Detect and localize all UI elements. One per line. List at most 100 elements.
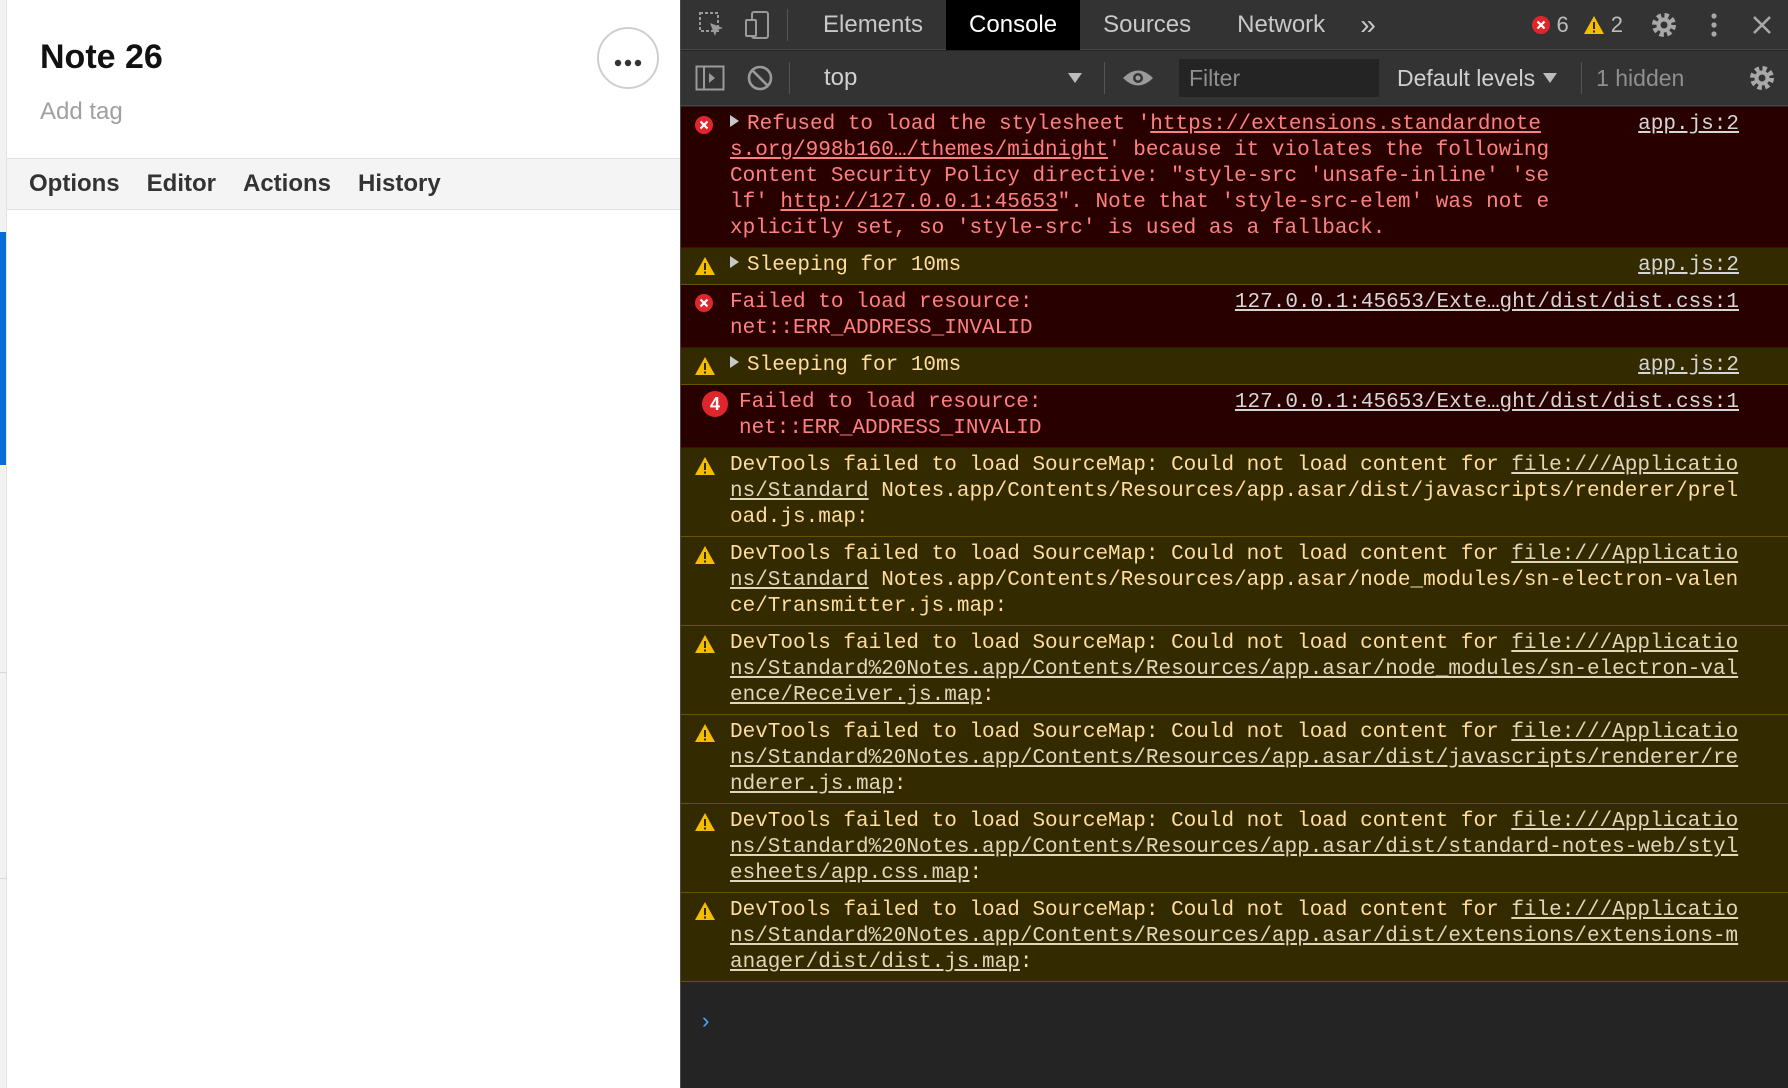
note-title[interactable]: Note 26 bbox=[40, 38, 163, 77]
dropdown-arrow-icon bbox=[1068, 73, 1082, 83]
warning-icon bbox=[694, 723, 716, 752]
console-warning-message[interactable]: DevTools failed to load SourceMap: Could… bbox=[681, 537, 1788, 626]
console-warning-message[interactable]: DevTools failed to load SourceMap: Could… bbox=[681, 715, 1788, 804]
more-horizontal-icon bbox=[614, 43, 642, 74]
menu-editor[interactable]: Editor bbox=[147, 170, 216, 198]
console-error-message[interactable]: Refused to load the stylesheet 'https://… bbox=[681, 107, 1788, 248]
device-toolbar-icon[interactable] bbox=[741, 8, 775, 42]
list-divider bbox=[0, 672, 7, 673]
expand-arrow-icon[interactable] bbox=[730, 356, 739, 368]
add-tag-input[interactable]: Add tag bbox=[40, 98, 123, 126]
error-icon bbox=[694, 293, 714, 322]
devtools-tab-bar: Elements Console Sources Network » 6 2 bbox=[681, 0, 1788, 50]
inspect-element-icon[interactable] bbox=[695, 8, 729, 42]
menu-options[interactable]: Options bbox=[29, 170, 120, 198]
console-prompt[interactable]: › bbox=[681, 1010, 1788, 1050]
repeat-count-badge: 4 bbox=[702, 391, 728, 417]
console-warning-message[interactable]: DevTools failed to load SourceMap: Could… bbox=[681, 448, 1788, 537]
message-text: DevTools failed to load SourceMap: Could… bbox=[730, 720, 1739, 798]
message-source-link[interactable]: app.js:2 bbox=[1638, 253, 1739, 279]
error-count: 6 bbox=[1556, 12, 1569, 37]
message-segment: Notes.app/Contents/Resources/app.asar/di… bbox=[730, 480, 1739, 529]
message-text: Sleeping for 10ms bbox=[730, 353, 1679, 379]
message-text: DevTools failed to load SourceMap: Could… bbox=[730, 453, 1739, 531]
message-segment: DevTools failed to load SourceMap: Could… bbox=[730, 632, 1512, 655]
warning-icon bbox=[694, 256, 716, 285]
message-link[interactable]: http://127.0.0.1:45653 bbox=[780, 191, 1057, 214]
console-error-message[interactable]: Failed to load resource: net::ERR_ADDRES… bbox=[681, 285, 1788, 348]
dropdown-arrow-icon bbox=[1543, 73, 1558, 83]
context-value: top bbox=[824, 64, 858, 91]
prompt-chevron-icon: › bbox=[699, 1010, 713, 1035]
message-segment: Failed to load resource: net::ERR_ADDRES… bbox=[739, 391, 1042, 440]
notes-list-edge bbox=[0, 0, 7, 1088]
message-segment: DevTools failed to load SourceMap: Could… bbox=[730, 899, 1512, 922]
console-warning-message[interactable]: DevTools failed to load SourceMap: Could… bbox=[681, 626, 1788, 715]
message-source-link[interactable]: app.js:2 bbox=[1638, 112, 1739, 138]
log-levels-dropdown[interactable]: Default levels bbox=[1397, 64, 1558, 92]
sidebar-toggle-icon[interactable] bbox=[693, 61, 727, 95]
close-icon[interactable] bbox=[1745, 8, 1779, 42]
message-segment: : bbox=[969, 862, 983, 885]
tab-network[interactable]: Network bbox=[1214, 0, 1348, 50]
more-tabs-button[interactable]: » bbox=[1348, 0, 1388, 50]
settings-gear-icon[interactable] bbox=[1647, 8, 1681, 42]
editor-menu-bar: Options Editor Actions History bbox=[7, 158, 680, 210]
console-error-message[interactable]: 4 Failed to load resource: net::ERR_ADDRE… bbox=[681, 385, 1788, 448]
console-warning-message[interactable]: DevTools failed to load SourceMap: Could… bbox=[681, 893, 1788, 982]
message-segment: DevTools failed to load SourceMap: Could… bbox=[730, 810, 1512, 833]
message-text: Sleeping for 10ms bbox=[730, 253, 1679, 279]
expand-arrow-icon[interactable] bbox=[730, 256, 739, 268]
console-toolbar: top Filter Default levels 1 hidden bbox=[681, 51, 1788, 106]
message-segment: Failed to load resource: net::ERR_ADDRES… bbox=[730, 291, 1033, 340]
menu-actions[interactable]: Actions bbox=[243, 170, 331, 198]
toolbar-divider bbox=[1581, 62, 1583, 94]
message-text: DevTools failed to load SourceMap: Could… bbox=[730, 542, 1739, 620]
message-text: DevTools failed to load SourceMap: Could… bbox=[730, 631, 1739, 709]
warning-icon bbox=[694, 812, 716, 841]
context-selector[interactable]: top bbox=[812, 58, 1092, 98]
message-segment: : bbox=[982, 684, 995, 707]
message-text: Failed to load resource: net::ERR_ADDRES… bbox=[730, 290, 1160, 342]
console-filter-input[interactable]: Filter bbox=[1179, 59, 1379, 97]
tab-sources[interactable]: Sources bbox=[1080, 0, 1214, 50]
tab-elements[interactable]: Elements bbox=[800, 0, 946, 50]
warning-count-icon bbox=[1583, 15, 1605, 35]
toolbar-divider bbox=[1104, 62, 1105, 94]
clear-console-icon[interactable] bbox=[743, 61, 777, 95]
console-warning-message[interactable]: Sleeping for 10ms app.js:2 bbox=[681, 248, 1788, 285]
warning-icon bbox=[694, 456, 716, 485]
expand-arrow-icon[interactable] bbox=[730, 115, 739, 127]
console-messages: Refused to load the stylesheet 'https://… bbox=[681, 107, 1788, 982]
warning-icon bbox=[694, 356, 716, 385]
selected-note-indicator bbox=[0, 232, 6, 465]
message-text: Failed to load resource: net::ERR_ADDRES… bbox=[739, 390, 1169, 442]
console-settings-gear-icon[interactable] bbox=[1745, 61, 1779, 95]
note-options-button[interactable] bbox=[597, 27, 659, 89]
devtools-panel: Elements Console Sources Network » 6 2 t… bbox=[680, 0, 1788, 1088]
error-icon bbox=[694, 115, 714, 144]
message-source-link[interactable]: app.js:2 bbox=[1638, 353, 1739, 379]
menu-history[interactable]: History bbox=[358, 170, 441, 198]
console-warning-message[interactable]: Sleeping for 10ms app.js:2 bbox=[681, 348, 1788, 385]
console-warning-message[interactable]: DevTools failed to load SourceMap: Could… bbox=[681, 804, 1788, 893]
message-segment: Notes.app/Contents/Resources/app.asar/no… bbox=[730, 569, 1739, 618]
warning-icon bbox=[694, 901, 716, 930]
warning-count: 2 bbox=[1610, 12, 1623, 37]
message-segment: Sleeping for 10ms bbox=[747, 254, 962, 277]
tab-console[interactable]: Console bbox=[946, 0, 1081, 50]
message-segment: Refused to load the stylesheet ' bbox=[747, 113, 1151, 136]
toolbar-divider bbox=[789, 62, 790, 94]
message-segment: : bbox=[893, 773, 907, 796]
message-source-link[interactable]: 127.0.0.1:45653/Exte…ght/dist/dist.css:1 bbox=[1235, 390, 1739, 416]
list-divider bbox=[0, 878, 7, 879]
message-segment: Sleeping for 10ms bbox=[747, 354, 962, 377]
live-expression-eye-icon[interactable] bbox=[1121, 61, 1155, 95]
message-source-link[interactable]: 127.0.0.1:45653/Exte…ght/dist/dist.css:1 bbox=[1235, 290, 1739, 316]
log-levels-label: Default levels bbox=[1397, 64, 1536, 91]
devtools-actions bbox=[1647, 0, 1788, 50]
more-vertical-icon[interactable] bbox=[1697, 8, 1731, 42]
message-segment: DevTools failed to load SourceMap: Could… bbox=[730, 454, 1512, 477]
issue-counts[interactable]: 6 2 bbox=[1531, 0, 1623, 50]
message-segment: DevTools failed to load SourceMap: Could… bbox=[730, 543, 1512, 566]
